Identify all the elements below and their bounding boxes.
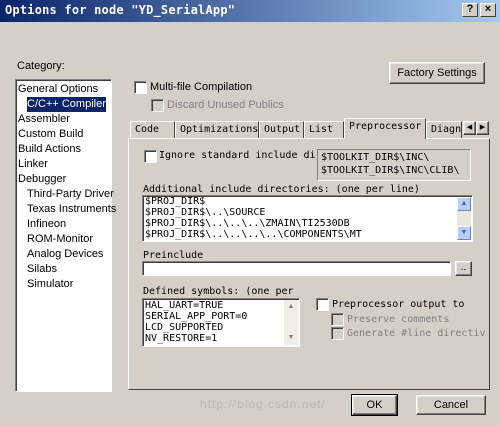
- preinclude-input[interactable]: [142, 261, 451, 276]
- include-dir-line: $PROJ_DIR$\..\..\..\..\COMPONENTS\MT: [145, 229, 362, 240]
- include-dir-line: $PROJ_DIR$: [145, 196, 206, 207]
- discard-unused-label: Discard Unused Publics: [167, 99, 284, 111]
- scroll-up-icon[interactable]: ▲: [284, 300, 298, 314]
- category-item-c-c-compiler[interactable]: C/C++ Compiler: [27, 97, 106, 112]
- preinclude-label: Preinclude: [143, 250, 204, 261]
- category-item-third-party-driver[interactable]: Third-Party Driver: [27, 187, 114, 202]
- defined-symbols-scrollbar[interactable]: ▲ ▼: [284, 300, 298, 345]
- tab-scroll-left-button[interactable]: ◀: [463, 121, 476, 135]
- defined-symbols-label: Defined symbols: (one per: [143, 286, 294, 297]
- category-item-texas-instruments[interactable]: Texas Instruments: [27, 202, 116, 217]
- close-button[interactable]: ×: [480, 3, 496, 17]
- category-label: Category:: [17, 60, 65, 72]
- generate-line-label: Generate #line directiv: [347, 328, 486, 339]
- tab-scroll-right-button[interactable]: ▶: [476, 121, 489, 135]
- category-item-custom-build[interactable]: Custom Build: [18, 127, 83, 142]
- pp-output-checkbox[interactable]: [316, 298, 329, 311]
- defined-symbol-line: NV_RESTORE=1: [145, 333, 218, 344]
- pp-output-label: Preprocessor output to: [332, 299, 465, 310]
- category-item-silabs[interactable]: Silabs: [27, 262, 57, 277]
- category-item-rom-monitor[interactable]: ROM-Monitor: [27, 232, 93, 247]
- tab-preprocessor[interactable]: Preprocessor: [344, 118, 426, 139]
- include-dirs-textarea[interactable]: $PROJ_DIR$ $PROJ_DIR$\..\SOURCE $PROJ_DI…: [142, 195, 473, 242]
- cancel-button[interactable]: Cancel: [416, 395, 486, 415]
- help-button[interactable]: ?: [462, 3, 478, 17]
- category-item-build-actions[interactable]: Build Actions: [18, 142, 81, 157]
- ignore-standard-label: Ignore standard include dire: [159, 150, 328, 161]
- category-item-general-options[interactable]: General Options: [18, 82, 98, 97]
- category-item-assembler[interactable]: Assembler: [18, 112, 70, 127]
- scroll-down-icon[interactable]: ▼: [284, 331, 298, 345]
- scroll-up-icon[interactable]: ▲: [457, 197, 471, 211]
- category-list[interactable]: General Options C/C++ Compiler Assembler Cu…: [15, 79, 116, 392]
- watermark-text: http://blog.csdn.net/: [200, 397, 326, 411]
- toolkit-include-box: $TOOLKIT_DIR$\INC\ $TOOLKIT_DIR$\INC\CLI…: [317, 149, 471, 181]
- defined-symbols-textarea[interactable]: HAL_UART=TRUE SERIAL_APP_PORT=0 LCD_SUPP…: [142, 298, 300, 347]
- multifile-label: Multi-file Compilation: [150, 81, 253, 93]
- preinclude-browse-button[interactable]: ..: [455, 261, 472, 276]
- ok-button[interactable]: OK: [352, 395, 397, 415]
- tab-optimizations[interactable]: Optimizations: [175, 121, 259, 138]
- include-dir-line: $PROJ_DIR$\..\SOURCE: [145, 207, 266, 218]
- tab-output[interactable]: Output: [259, 121, 304, 138]
- toolkit-inc-clib: $TOOLKIT_DIR$\INC\CLIB\: [321, 165, 460, 176]
- window-title: Options for node "YD_SerialApp": [5, 3, 236, 17]
- category-item-linker[interactable]: Linker: [18, 157, 48, 172]
- multifile-checkbox[interactable]: [134, 81, 147, 94]
- preserve-comments-label: Preserve comments: [347, 314, 450, 325]
- category-item-debugger[interactable]: Debugger: [18, 172, 66, 187]
- additional-include-label: Additional include directories: (one per…: [143, 184, 420, 195]
- factory-settings-button[interactable]: Factory Settings: [389, 62, 485, 84]
- defined-symbol-line: LCD_SUPPORTED: [145, 322, 224, 333]
- ignore-standard-checkbox[interactable]: [144, 150, 157, 163]
- category-item-infineon[interactable]: Infineon: [27, 217, 66, 232]
- tab-diagnostics[interactable]: Diagn: [426, 121, 462, 138]
- category-item-simulator[interactable]: Simulator: [27, 277, 73, 292]
- include-dirs-scrollbar[interactable]: ▲ ▼: [457, 197, 471, 240]
- defined-symbol-line: HAL_UART=TRUE: [145, 300, 224, 311]
- category-item-analog-devices[interactable]: Analog Devices: [27, 247, 103, 262]
- defined-symbol-line: SERIAL_APP_PORT=0: [145, 311, 248, 322]
- discard-unused-checkbox[interactable]: [151, 99, 164, 112]
- include-dir-line: $PROJ_DIR$\..\..\..\ZMAIN\TI2530DB: [145, 218, 350, 229]
- title-bar: Options for node "YD_SerialApp" ? ×: [0, 0, 500, 22]
- preserve-comments-checkbox[interactable]: [331, 313, 344, 326]
- toolkit-inc: $TOOLKIT_DIR$\INC\: [321, 152, 430, 163]
- tab-code[interactable]: Code: [130, 121, 175, 138]
- scroll-down-icon[interactable]: ▼: [457, 226, 471, 240]
- tab-list[interactable]: List: [304, 121, 344, 138]
- generate-line-checkbox[interactable]: [331, 327, 344, 340]
